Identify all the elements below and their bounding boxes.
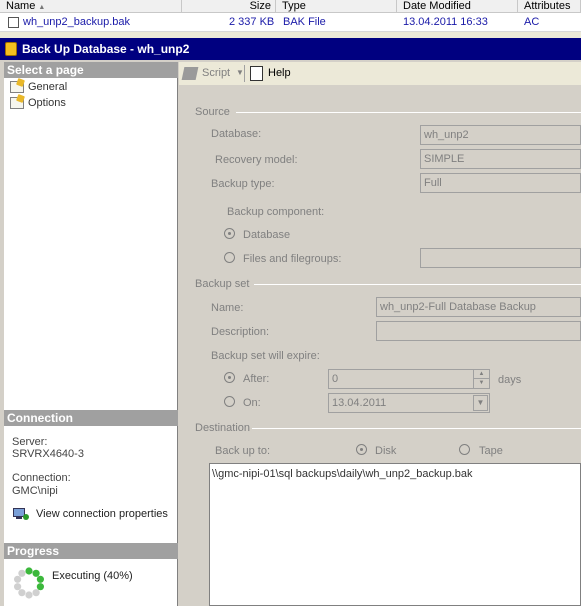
backup-set-name-input[interactable]: wh_unp2-Full Database Backup [376, 297, 581, 317]
connection-header: Connection [4, 410, 178, 426]
expire-on-label: On: [243, 397, 261, 409]
chevron-down-icon: ▼ [236, 68, 244, 77]
left-pane: Select a page General Options Connection… [4, 62, 178, 606]
file-list-header: Name ▲ Size Type Date Modified Attribute… [0, 0, 581, 13]
sort-ascending-icon: ▲ [38, 4, 46, 11]
column-header-type[interactable]: Type [276, 0, 397, 13]
divider [252, 428, 581, 429]
component-files-radio[interactable] [224, 252, 235, 263]
description-input[interactable] [376, 321, 581, 341]
file-size: 2 337 KB [229, 16, 275, 28]
component-database-label: Database [243, 229, 291, 241]
dialog-title-bar[interactable]: Back Up Database - wh_unp2 [0, 38, 581, 60]
chevron-down-icon[interactable]: ▼ [473, 395, 488, 411]
progress-spinner-icon [14, 567, 44, 599]
spinner-segment [32, 569, 40, 577]
spinner-segment [36, 575, 44, 583]
connection-label: Connection: [12, 472, 71, 484]
back-up-to-label: Back up to: [215, 445, 271, 457]
view-connection-properties-link[interactable]: View connection properties [36, 508, 168, 520]
destination-tape-radio[interactable] [459, 444, 470, 455]
file-attributes: AC [524, 16, 540, 28]
component-database-radio[interactable] [224, 228, 235, 239]
help-button[interactable]: Help [248, 65, 298, 82]
select-page-header: Select a page [4, 62, 178, 78]
toolbar-separator [244, 65, 245, 82]
backup-set-name-label: Name: [211, 302, 244, 314]
file-row[interactable]: wh_unp2_backup.bak 2 337 KB BAK File 13.… [0, 13, 581, 32]
spin-buttons[interactable]: ▲ ▼ [473, 370, 489, 388]
page-icon [10, 97, 24, 109]
file-name: wh_unp2_backup.bak [23, 16, 131, 28]
spinner-segment [36, 583, 44, 591]
page-item-options[interactable]: Options [10, 96, 66, 110]
backup-set-group-label: Backup set [195, 278, 250, 290]
expire-days-stepper[interactable]: 0 ▲ ▼ [328, 369, 490, 389]
database-combobox[interactable]: wh_unp2 [420, 125, 581, 145]
help-book-icon [250, 66, 263, 81]
database-icon [5, 42, 17, 56]
column-header-size[interactable]: Size [182, 0, 276, 13]
files-filegroups-field[interactable] [420, 248, 581, 268]
days-label: days [498, 374, 522, 386]
server-value: SRVRX4640-3 [12, 448, 84, 460]
component-files-label: Files and filegroups: [243, 253, 342, 265]
connection-properties-icon [12, 507, 30, 522]
toolbar: Script ▼ Help [179, 62, 581, 85]
source-group-label: Source [195, 106, 230, 118]
spin-up-icon[interactable]: ▲ [474, 370, 489, 379]
column-header-attributes[interactable]: Attributes [518, 0, 581, 13]
expire-after-label: After: [243, 373, 270, 385]
spinner-segment [32, 589, 40, 597]
recovery-model-field: SIMPLE [420, 149, 581, 169]
expire-label: Backup set will expire: [211, 350, 320, 362]
script-icon [181, 67, 199, 80]
destination-disk-label: Disk [375, 445, 397, 457]
spinner-segment [18, 569, 26, 577]
destination-disk-radio[interactable] [356, 444, 367, 455]
expire-after-radio[interactable] [224, 372, 235, 383]
connection-value: GMC\nipi [12, 485, 58, 497]
dialog-title: Back Up Database - wh_unp2 [22, 42, 190, 56]
bak-file-icon [8, 17, 19, 28]
spinner-segment [14, 575, 22, 583]
column-header-name[interactable]: Name ▲ [0, 0, 182, 13]
spin-down-icon[interactable]: ▼ [474, 379, 489, 388]
backup-type-label: Backup type: [211, 178, 275, 190]
destination-list-item[interactable]: \\gmc-nipi-01\sql backups\daily\wh_unp2_… [212, 468, 473, 480]
destination-list[interactable]: \\gmc-nipi-01\sql backups\daily\wh_unp2_… [209, 463, 581, 606]
destination-group-label: Destination [195, 422, 251, 434]
progress-header: Progress [4, 543, 178, 559]
description-label: Description: [211, 326, 270, 338]
server-label: Server: [12, 436, 48, 448]
spinner-segment [25, 591, 33, 599]
backup-component-label: Backup component: [227, 206, 325, 218]
page-item-general[interactable]: General [10, 80, 67, 94]
divider [236, 112, 581, 113]
file-date: 13.04.2011 16:33 [403, 16, 488, 28]
spinner-segment [25, 567, 33, 575]
spinner-segment [14, 583, 22, 591]
spinner-segment [18, 589, 26, 597]
recovery-model-label: Recovery model: [215, 154, 298, 166]
expire-date-picker[interactable]: 13.04.2011 ▼ [328, 393, 490, 413]
page-icon [10, 81, 24, 93]
backup-type-combobox[interactable]: Full [420, 173, 581, 193]
destination-tape-label: Tape [479, 445, 503, 457]
database-label: Database: [211, 128, 262, 140]
column-header-date-modified[interactable]: Date Modified [397, 0, 518, 13]
progress-status: Executing (40%) [52, 570, 133, 582]
file-type: BAK File [283, 16, 326, 28]
divider [254, 284, 581, 285]
expire-on-radio[interactable] [224, 396, 235, 407]
